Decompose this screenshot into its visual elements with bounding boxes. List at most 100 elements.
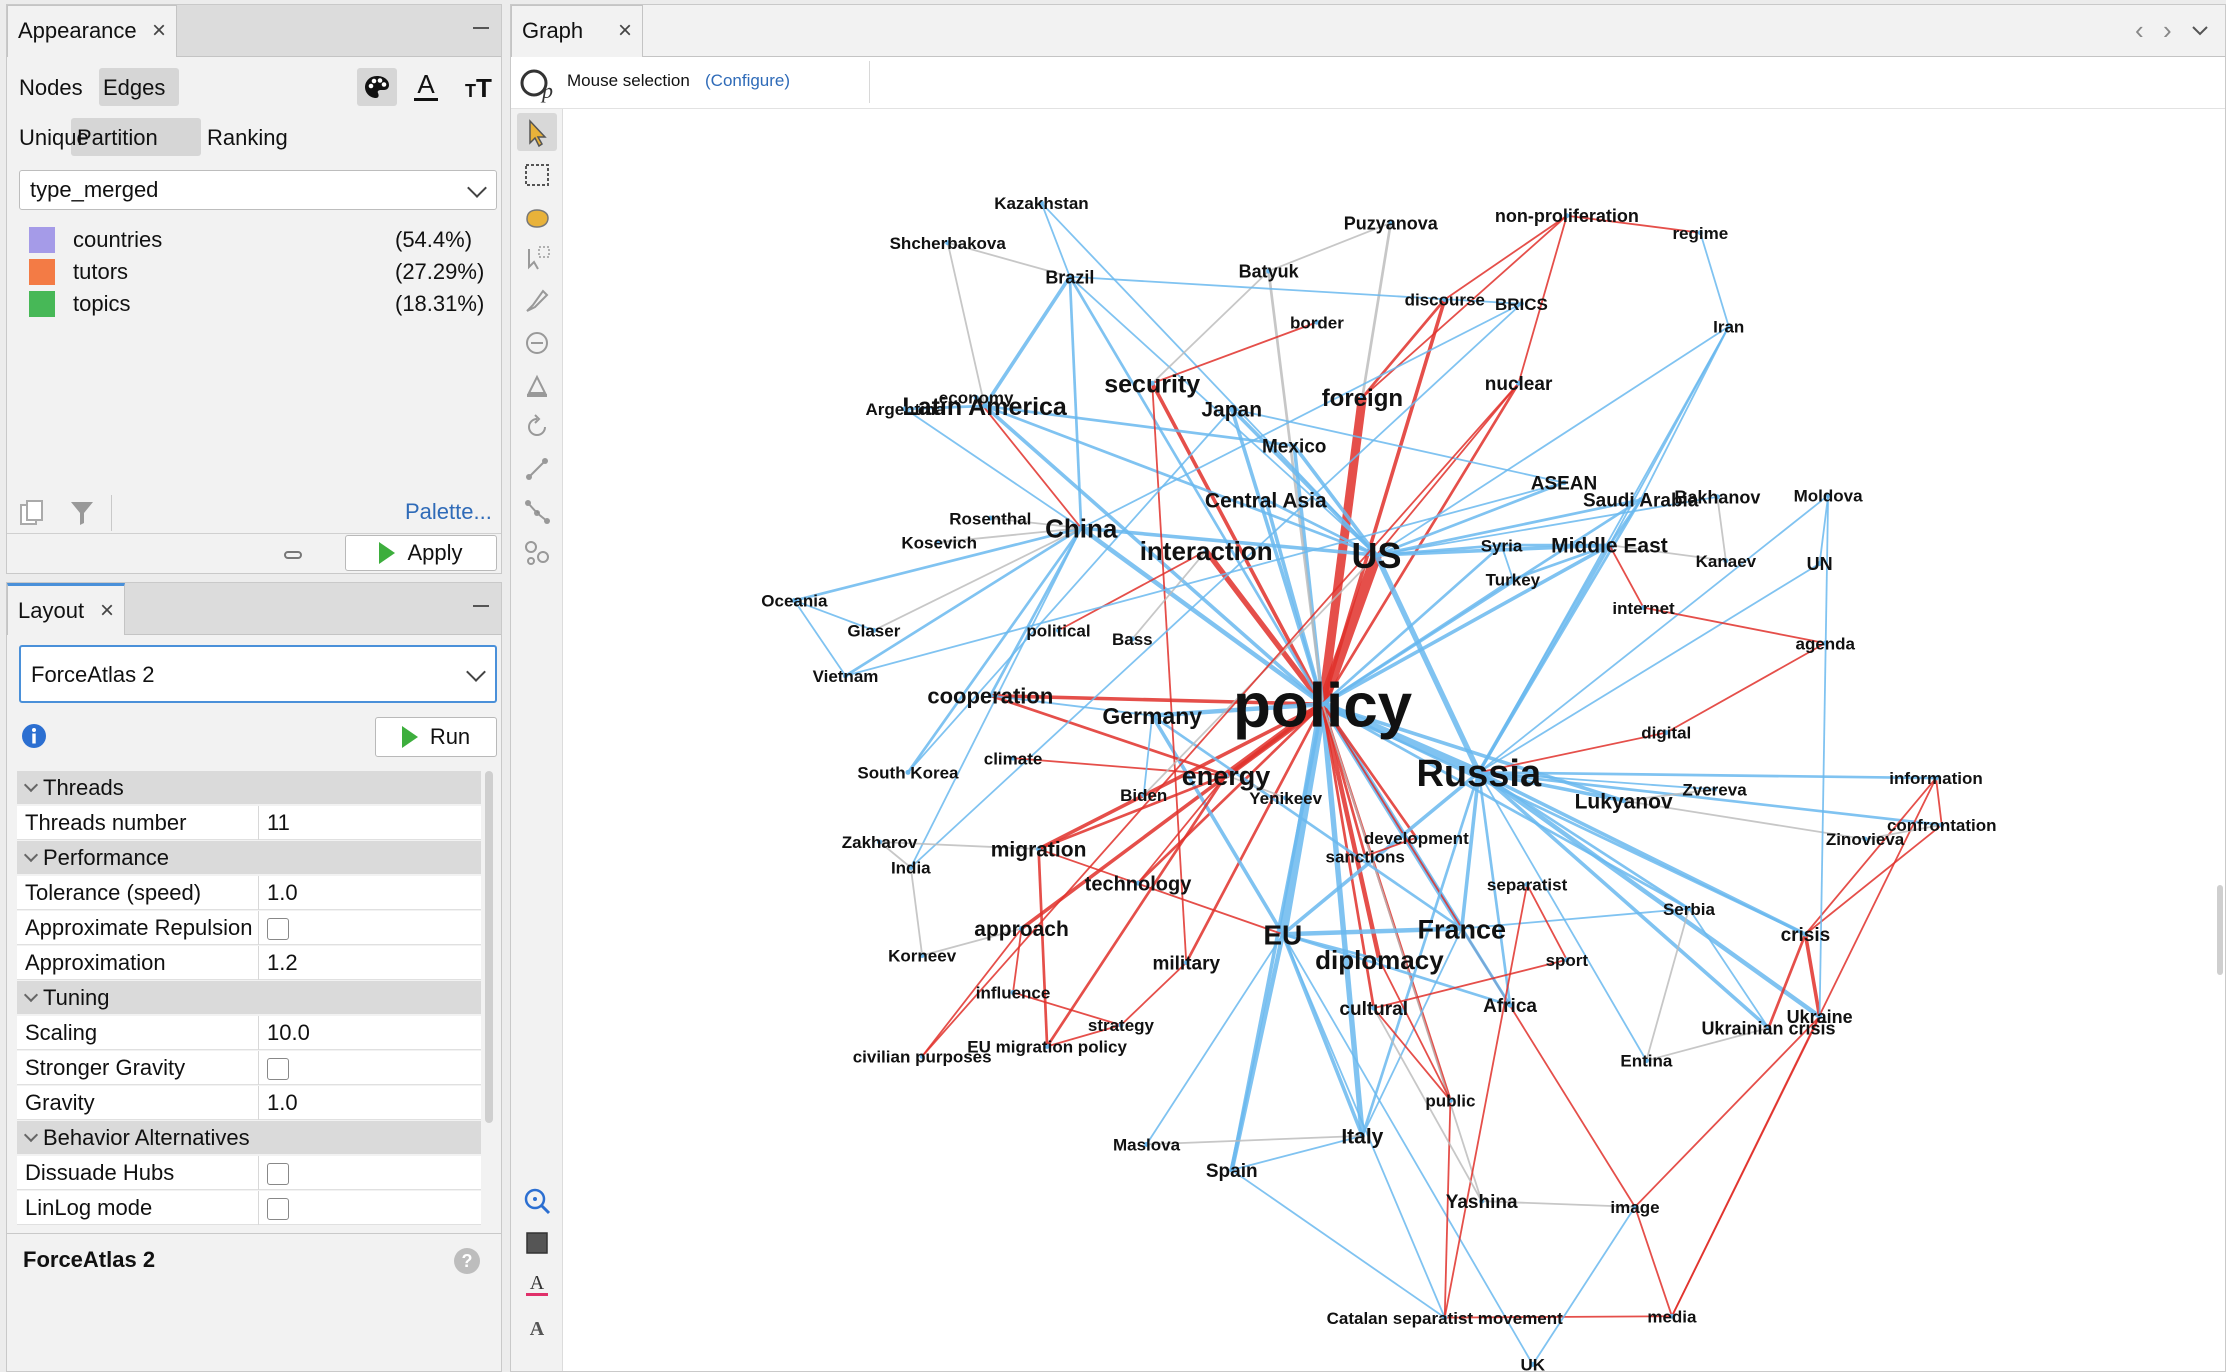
- node-label[interactable]: Japan: [1201, 398, 1262, 421]
- graph-edge[interactable]: [793, 600, 847, 677]
- partition-swatch-countries[interactable]: [29, 227, 55, 253]
- palette-link[interactable]: Palette...: [405, 499, 492, 525]
- graph-edge[interactable]: [1376, 325, 1730, 556]
- node-label[interactable]: BRICS: [1495, 295, 1548, 314]
- text-size-icon[interactable]: T T: [463, 73, 497, 101]
- node-label[interactable]: military: [1152, 953, 1220, 974]
- node-label[interactable]: Puzyanova: [1344, 213, 1439, 233]
- node-label[interactable]: Rosenthal: [949, 509, 1031, 528]
- graph-edge[interactable]: [1532, 1206, 1636, 1365]
- node-label[interactable]: Brazil: [1045, 267, 1094, 287]
- filter-icon[interactable]: [69, 499, 95, 527]
- node-label[interactable]: cultural: [1339, 999, 1408, 1020]
- close-icon[interactable]: ×: [618, 6, 632, 56]
- node-label[interactable]: Vietnam: [813, 667, 879, 686]
- property-checkbox[interactable]: [267, 918, 289, 940]
- drag-hand-icon[interactable]: [521, 201, 553, 233]
- graph-edge[interactable]: [1699, 232, 1730, 327]
- node-label[interactable]: EU migration policy: [967, 1038, 1127, 1057]
- graph-edge[interactable]: [1634, 1015, 1821, 1208]
- node-label[interactable]: separatist: [1487, 876, 1568, 895]
- node-label[interactable]: climate: [984, 749, 1043, 768]
- node-label[interactable]: development: [1364, 829, 1469, 848]
- node-label[interactable]: Germany: [1102, 703, 1202, 729]
- node-label[interactable]: border: [1290, 313, 1344, 332]
- node-label[interactable]: Oceania: [761, 592, 828, 611]
- node-label[interactable]: Syria: [1481, 536, 1523, 555]
- property-value[interactable]: 11: [259, 806, 290, 840]
- node-label[interactable]: UK: [1520, 1356, 1545, 1371]
- node-label[interactable]: Kanaev: [1696, 552, 1757, 571]
- center-graph-icon[interactable]: [521, 1185, 553, 1217]
- property-row[interactable]: Scaling 10.0: [17, 1016, 481, 1050]
- node-label[interactable]: Turkey: [1486, 570, 1541, 589]
- direct-select-icon[interactable]: [521, 243, 553, 275]
- node-label[interactable]: Entina: [1620, 1052, 1672, 1071]
- text-color-icon[interactable]: A: [411, 71, 441, 103]
- node-label[interactable]: Yenikeev: [1249, 789, 1322, 808]
- graph-edge[interactable]: [1608, 326, 1730, 546]
- property-value[interactable]: 10.0: [259, 1016, 310, 1050]
- run-button[interactable]: Run: [375, 717, 497, 757]
- node-label[interactable]: Korneev: [888, 947, 957, 966]
- node-label[interactable]: Ukrainian crisis: [1701, 1018, 1835, 1038]
- graph-edge[interactable]: [1037, 848, 1049, 1047]
- node-label[interactable]: sanctions: [1326, 847, 1405, 866]
- graph-edge[interactable]: [1361, 222, 1393, 398]
- property-checkbox[interactable]: [267, 1058, 289, 1080]
- property-value[interactable]: 1.2: [259, 946, 298, 980]
- node-label[interactable]: Biden: [1120, 786, 1167, 805]
- node-label[interactable]: sport: [1546, 951, 1589, 970]
- node-label[interactable]: South Korea: [857, 763, 959, 782]
- partition-swatch-tutors[interactable]: [29, 259, 55, 285]
- node-label[interactable]: information: [1889, 769, 1983, 788]
- close-icon[interactable]: ×: [100, 586, 114, 636]
- node-label[interactable]: Serbia: [1663, 900, 1716, 919]
- palette-icon[interactable]: [363, 73, 391, 101]
- graph-edge[interactable]: [1645, 908, 1690, 1061]
- node-label[interactable]: economy: [939, 389, 1014, 408]
- brush-icon[interactable]: [521, 369, 553, 401]
- node-label[interactable]: Kazakhstan: [994, 194, 1088, 213]
- select-tool-icon[interactable]: [521, 117, 553, 149]
- apply-button[interactable]: Apply: [345, 535, 497, 571]
- property-section[interactable]: Threads: [17, 771, 481, 804]
- node-label[interactable]: Spain: [1206, 1161, 1258, 1182]
- node-label[interactable]: foreign: [1322, 385, 1403, 412]
- property-row[interactable]: Gravity 1.0: [17, 1086, 481, 1120]
- help-icon[interactable]: ?: [453, 1247, 481, 1275]
- node-label[interactable]: policy: [1233, 672, 1413, 741]
- node-label[interactable]: strategy: [1088, 1016, 1155, 1035]
- node-label[interactable]: nuclear: [1485, 374, 1553, 395]
- heatmap-icon[interactable]: [521, 537, 553, 569]
- node-label[interactable]: energy: [1182, 761, 1271, 791]
- graph-edge[interactable]: [1803, 933, 1822, 1017]
- node-label[interactable]: Glaser: [847, 621, 900, 640]
- chevron-left-icon[interactable]: ‹: [2135, 15, 2144, 46]
- node-label[interactable]: Central Asia: [1205, 489, 1327, 512]
- tab-graph[interactable]: Graph ×: [511, 5, 643, 57]
- mode-nodes[interactable]: Nodes: [19, 75, 83, 101]
- background-color-icon[interactable]: [521, 1227, 553, 1259]
- rectangle-select-icon[interactable]: [521, 159, 553, 191]
- node-label[interactable]: regime: [1672, 224, 1728, 243]
- node-label[interactable]: Mexico: [1262, 437, 1326, 458]
- info-icon[interactable]: [21, 723, 47, 749]
- close-icon[interactable]: ×: [152, 6, 166, 56]
- node-label[interactable]: crisis: [1781, 925, 1831, 946]
- node-label[interactable]: discourse: [1405, 291, 1485, 310]
- minimize-icon[interactable]: [473, 27, 489, 29]
- node-label[interactable]: India: [891, 859, 931, 878]
- graph-scrollbar[interactable]: [2217, 885, 2223, 975]
- node-label[interactable]: Lukyanov: [1575, 790, 1673, 813]
- property-row[interactable]: Approximate Repulsion: [17, 911, 481, 945]
- graph-edge[interactable]: [1665, 642, 1826, 734]
- node-label[interactable]: influence: [976, 984, 1051, 1003]
- copy-icon[interactable]: [19, 499, 45, 527]
- property-value[interactable]: 1.0: [259, 876, 298, 910]
- node-label[interactable]: Maslova: [1113, 1136, 1181, 1155]
- sizer-icon[interactable]: [521, 327, 553, 359]
- node-label[interactable]: non-proliferation: [1495, 206, 1639, 226]
- painter-icon[interactable]: [521, 285, 553, 317]
- property-row[interactable]: LinLog mode: [17, 1191, 481, 1225]
